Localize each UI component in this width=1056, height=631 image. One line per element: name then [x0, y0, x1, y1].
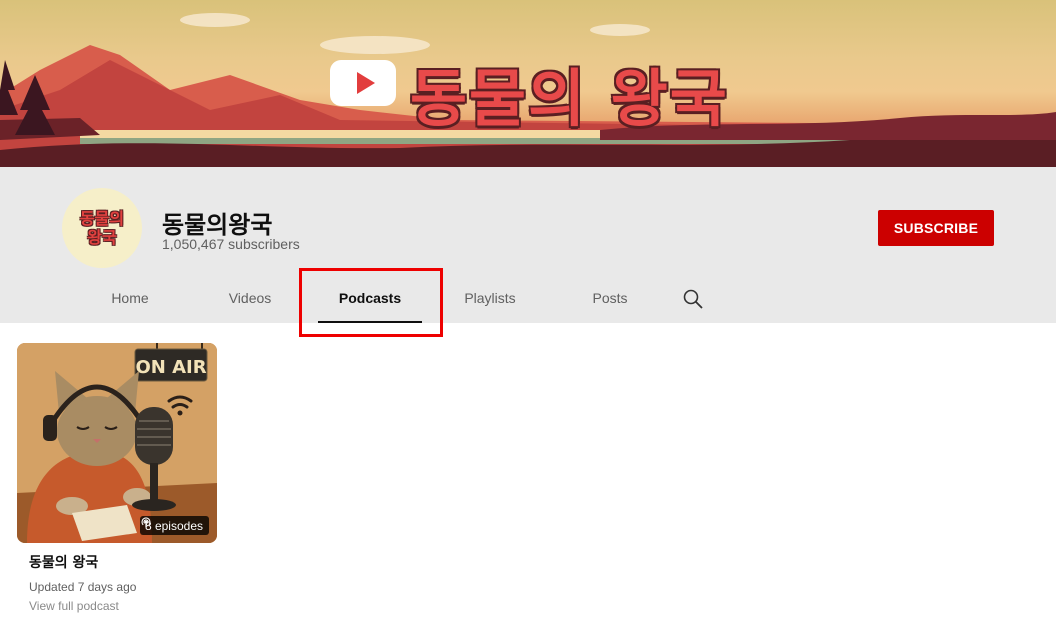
banner-title: 동물의 왕국 — [410, 62, 729, 135]
highlight-box — [299, 268, 443, 337]
subscriber-count: 1,050,467 subscribers — [162, 236, 300, 252]
channel-banner: 동물의 왕국 — [0, 0, 1056, 167]
podcast-title[interactable]: 동물의 왕국 — [29, 552, 217, 572]
avatar[interactable]: 동물의 왕국 — [62, 188, 142, 268]
play-logo-icon — [330, 60, 396, 106]
avatar-text-line2: 왕국 — [87, 228, 117, 247]
channel-tabs: Home Videos Podcasts Playlists Posts — [0, 272, 1056, 323]
episode-count-badge: 8 episodes — [139, 516, 209, 535]
avatar-text-line1: 동물의 — [79, 209, 125, 228]
episode-count: 8 episodes — [144, 518, 203, 533]
view-full-podcast-link[interactable]: View full podcast — [29, 599, 217, 613]
tab-videos[interactable]: Videos — [220, 272, 280, 323]
channel-name: 동물의왕국 — [162, 211, 273, 239]
podcast-thumbnail[interactable]: ON AIR 8 episodes — [17, 343, 217, 543]
search-icon[interactable] — [682, 288, 704, 310]
cat-podcast-illustration: ON AIR — [17, 343, 217, 543]
tab-home[interactable]: Home — [100, 272, 160, 323]
channel-header: 동물의 왕국 동물의왕국 1,050,467 subscribers SUBSC… — [0, 167, 1056, 323]
on-air-sign: ON AIR — [135, 357, 206, 378]
tab-playlists[interactable]: Playlists — [455, 272, 525, 323]
podcast-updated: Updated 7 days ago — [29, 580, 137, 594]
podcast-card[interactable]: ON AIR 8 episodes 동물의 왕국 Updated 7 days … — [17, 343, 217, 613]
tab-posts[interactable]: Posts — [585, 272, 635, 323]
subscribe-button[interactable]: SUBSCRIBE — [878, 210, 994, 246]
podcast-icon — [141, 517, 151, 527]
